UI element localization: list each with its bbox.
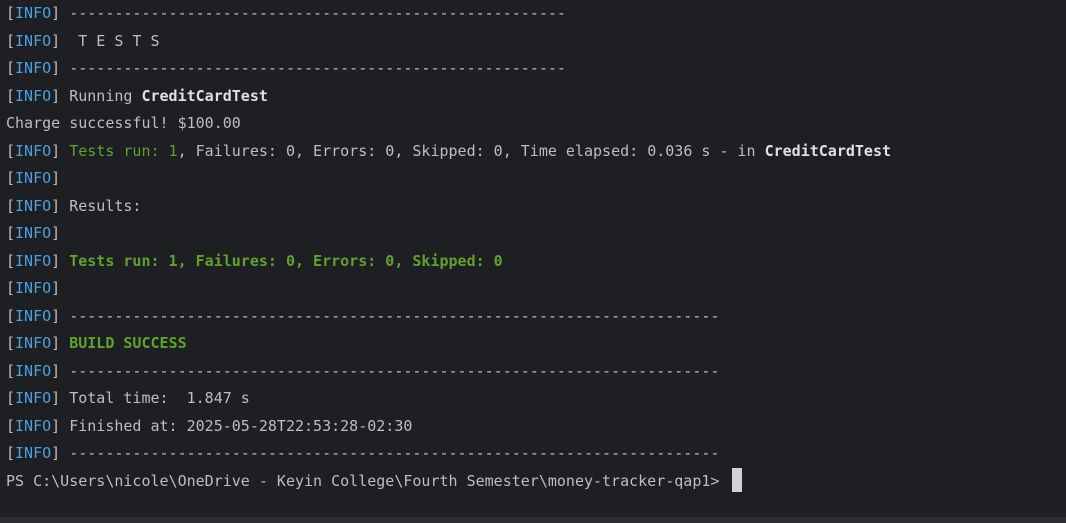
info-tag: [INFO] [6, 31, 61, 50]
shell-prompt: PS C:\Users\nicole\OneDrive - Keyin Coll… [6, 471, 729, 490]
info-tag: [INFO] [6, 4, 61, 22]
info-tag: [INFO] [6, 224, 61, 242]
text-cursor[interactable] [732, 468, 743, 492]
log-line: [INFO] Running CreditCardTest [6, 83, 1066, 111]
terminal-output: [INFO] ---------------------------------… [6, 0, 1066, 495]
info-tag: [INFO] [6, 361, 61, 380]
log-line: [INFO] ---------------------------------… [6, 0, 1066, 28]
running-prefix: Running [69, 86, 142, 105]
log-line: [INFO] BUILD SUCCESS [6, 330, 1066, 358]
info-tag: [INFO] [6, 251, 61, 270]
info-tag: [INFO] [6, 59, 61, 77]
info-tag: [INFO] [6, 444, 61, 462]
log-line: [INFO] Finished at: 2025-05-28T22:53:28-… [6, 413, 1066, 441]
running-class: CreditCardTest [141, 86, 268, 105]
log-line: [INFO] [6, 165, 1066, 193]
log-line: [INFO] T E S T S [6, 28, 1066, 56]
log-line: Charge successful! $100.00 [6, 110, 1066, 138]
separator-line: ----------------------------------------… [69, 444, 720, 462]
terminal-bottom-edge [0, 517, 1066, 523]
separator-line: ----------------------------------------… [69, 306, 720, 325]
separator-line: ----------------------------------------… [69, 361, 720, 380]
separator-line: ----------------------------------------… [69, 4, 566, 22]
log-line: [INFO] ---------------------------------… [6, 358, 1066, 386]
finished-at: Finished at: 2025-05-28T22:53:28-02:30 [69, 416, 413, 435]
test-summary: Tests run: 1, Failures: 0, Errors: 0, Sk… [69, 251, 503, 270]
info-tag: [INFO] [6, 279, 61, 297]
test-class-name: CreditCardTest [764, 141, 892, 160]
info-tag: [INFO] [6, 389, 61, 407]
info-tag: [INFO] [6, 141, 61, 160]
info-tag: [INFO] [6, 416, 61, 435]
info-tag: [INFO] [6, 306, 61, 325]
tests-banner: T E S T S [69, 31, 160, 50]
test-result-details: , Failures: 0, Errors: 0, Skipped: 0, Ti… [177, 141, 765, 160]
prompt-line[interactable]: PS C:\Users\nicole\OneDrive - Keyin Coll… [6, 468, 1066, 496]
separator-line: ----------------------------------------… [69, 59, 566, 77]
log-line: [INFO] ---------------------------------… [6, 303, 1066, 331]
total-time: Total time: 1.847 s [69, 389, 250, 407]
tests-run-count: Tests run: 1 [69, 141, 178, 160]
info-tag: [INFO] [6, 334, 61, 352]
log-line: [INFO] [6, 275, 1066, 303]
log-line: [INFO] ---------------------------------… [6, 55, 1066, 83]
log-line: [INFO] Results: [6, 193, 1066, 221]
log-line: [INFO] ---------------------------------… [6, 440, 1066, 468]
build-status: BUILD SUCCESS [69, 334, 187, 352]
terminal-window[interactable]: [INFO] ---------------------------------… [0, 0, 1066, 523]
log-line: [INFO] Total time: 1.847 s [6, 385, 1066, 413]
log-line: [INFO] Tests run: 1, Failures: 0, Errors… [6, 138, 1066, 166]
log-line: [INFO] [6, 220, 1066, 248]
info-tag: [INFO] [6, 196, 61, 215]
info-tag: [INFO] [6, 86, 61, 105]
results-label: Results: [69, 196, 142, 215]
charge-output: Charge successful! $100.00 [6, 114, 241, 132]
info-tag: [INFO] [6, 169, 61, 187]
log-line: [INFO] Tests run: 1, Failures: 0, Errors… [6, 248, 1066, 276]
